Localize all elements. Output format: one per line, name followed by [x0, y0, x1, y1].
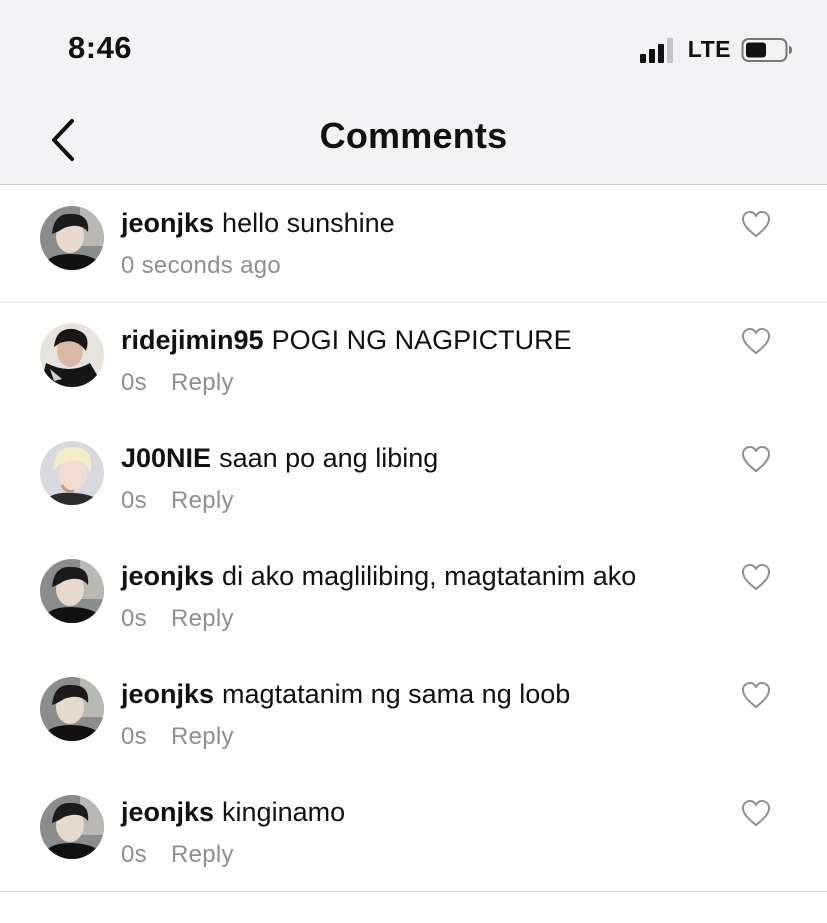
comment-timestamp: 0 seconds ago [121, 252, 282, 279]
avatar[interactable] [40, 559, 104, 623]
comment-timestamp: 0s [121, 605, 147, 632]
comment-body: POGI NG NAGPICTURE [271, 325, 572, 355]
top-bar: 8:46 LTE Comments [0, 0, 827, 185]
comment-body: di ako maglilibing, magtatanim ako [222, 561, 637, 591]
comment-timestamp: 0s [121, 723, 147, 750]
avatar[interactable] [40, 323, 104, 387]
comment-meta: 0s Reply [121, 369, 234, 397]
comment-username[interactable]: jeonjks [121, 797, 214, 827]
page-title: Comments [319, 115, 508, 156]
avatar[interactable] [40, 441, 104, 505]
reply-button[interactable]: Reply [171, 841, 234, 868]
avatar[interactable] [40, 677, 104, 741]
status-time: 8:46 [68, 30, 133, 65]
comment-body: magtatanim ng sama ng loob [222, 679, 571, 709]
avatar[interactable] [40, 206, 104, 270]
comment-meta: 0 seconds ago [121, 252, 281, 280]
comment-meta: 0s Reply [121, 723, 234, 751]
comment-timestamp: 0s [121, 841, 147, 868]
divider [0, 891, 827, 892]
comment-meta: 0s Reply [121, 605, 234, 633]
comment-username[interactable]: jeonjks [121, 208, 214, 238]
comment-item: jeonjks di ako maglilibing, magtatanim ak… [0, 539, 827, 657]
comment-text-line: ridejimin95 POGI NG NAGPICTURE [121, 325, 572, 356]
comment-text-line: jeonjks di ako maglilibing, magtatanim ak… [121, 561, 636, 592]
heart-icon[interactable] [741, 799, 771, 827]
comment-item: jeonjks kinginamo 0s Reply [0, 775, 827, 893]
signal-icon [639, 37, 673, 63]
comment-text-line: J00NIE saan po ang libing [121, 443, 438, 474]
comment-username[interactable]: J00NIE [121, 443, 211, 473]
comment-timestamp: 0s [121, 369, 147, 396]
comment-text-line: jeonjks magtatanim ng sama ng loob [121, 679, 570, 710]
comment-item: ridejimin95 POGI NG NAGPICTURE 0s Reply [0, 303, 827, 421]
caption-comment: jeonjks hello sunshine 0 seconds ago [0, 186, 827, 303]
comment-body: hello sunshine [222, 208, 395, 238]
heart-icon[interactable] [741, 210, 771, 238]
heart-icon[interactable] [741, 563, 771, 591]
reply-button[interactable]: Reply [171, 369, 234, 396]
reply-button[interactable]: Reply [171, 723, 234, 750]
comment-meta: 0s Reply [121, 841, 234, 869]
heart-icon[interactable] [741, 327, 771, 355]
avatar[interactable] [40, 795, 104, 859]
comment-username[interactable]: jeonjks [121, 561, 214, 591]
battery-icon [741, 37, 792, 62]
comment-text-line: jeonjks hello sunshine [121, 208, 395, 239]
comment-body: kinginamo [222, 797, 346, 827]
comment-text-line: jeonjks kinginamo [121, 797, 345, 828]
reply-button[interactable]: Reply [171, 487, 234, 514]
comment-body: saan po ang libing [219, 443, 439, 473]
comment-meta: 0s Reply [121, 487, 234, 515]
network-type: LTE [687, 36, 731, 62]
heart-icon[interactable] [741, 681, 771, 709]
heart-icon[interactable] [741, 445, 771, 473]
comment-username[interactable]: ridejimin95 [121, 325, 264, 355]
reply-button[interactable]: Reply [171, 605, 234, 632]
comment-timestamp: 0s [121, 487, 147, 514]
comment-username[interactable]: jeonjks [121, 679, 214, 709]
comments-list: jeonjks hello sunshine 0 seconds ago ride… [0, 186, 827, 893]
comment-item: J00NIE saan po ang libing 0s Reply [0, 421, 827, 539]
status-indicators: LTE [639, 36, 793, 63]
comment-item: jeonjks magtatanim ng sama ng loob 0s Repl… [0, 657, 827, 775]
